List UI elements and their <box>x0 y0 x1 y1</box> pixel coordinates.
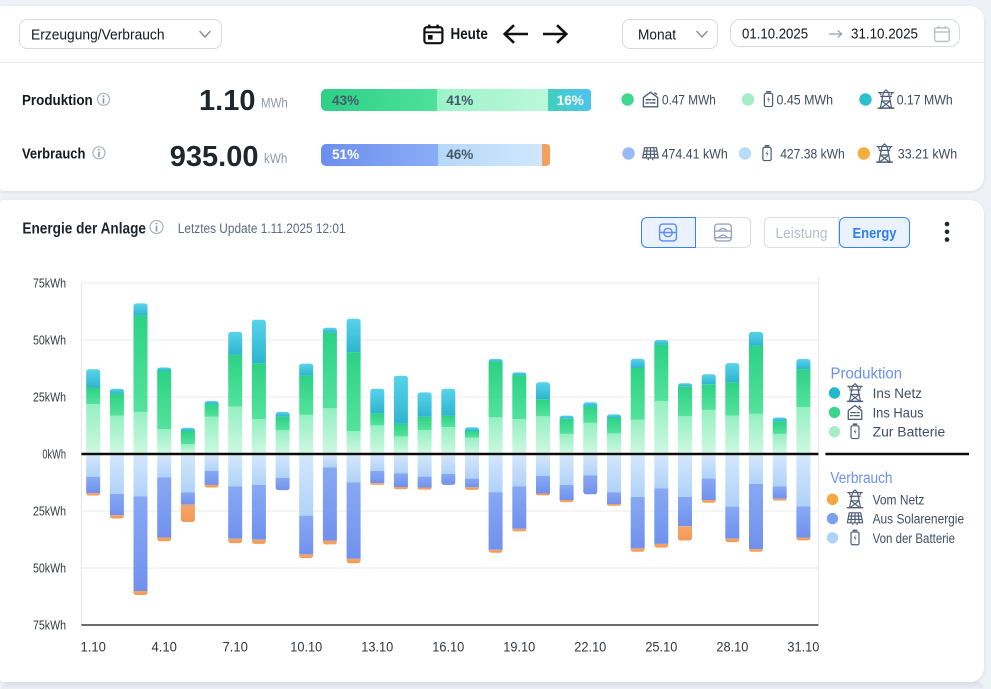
svg-text:41%: 41% <box>446 92 474 108</box>
svg-text:19.10: 19.10 <box>503 639 535 655</box>
svg-text:427.38 kWh: 427.38 kWh <box>780 146 845 161</box>
svg-text:Aus Solarenergie: Aus Solarenergie <box>873 511 965 527</box>
svg-text:Heute: Heute <box>451 26 488 43</box>
svg-text:13.10: 13.10 <box>361 639 393 655</box>
svg-text:43%: 43% <box>332 92 360 108</box>
svg-text:25.10: 25.10 <box>645 639 677 655</box>
svg-text:0.47 MWh: 0.47 MWh <box>662 92 716 107</box>
svg-text:46%: 46% <box>446 146 474 162</box>
svg-text:Vom Netz: Vom Netz <box>873 491 925 507</box>
svg-text:Erzeugung/Verbrauch: Erzeugung/Verbrauch <box>31 27 165 44</box>
svg-text:Monat: Monat <box>638 27 677 44</box>
svg-text:75kWh: 75kWh <box>33 276 66 290</box>
svg-text:MWh: MWh <box>261 95 288 111</box>
svg-text:0.17 MWh: 0.17 MWh <box>897 92 953 107</box>
svg-text:7.10: 7.10 <box>222 639 248 655</box>
svg-text:935.00: 935.00 <box>170 141 259 173</box>
svg-text:31.10: 31.10 <box>787 639 819 655</box>
svg-text:Energy: Energy <box>853 226 897 242</box>
svg-text:Verbrauch: Verbrauch <box>22 146 85 163</box>
svg-text:Produktion: Produktion <box>22 92 93 109</box>
svg-text:Zur Batterie: Zur Batterie <box>873 424 946 440</box>
svg-text:Energie der Anlage: Energie der Anlage <box>22 221 146 238</box>
svg-text:50kWh: 50kWh <box>33 333 66 347</box>
svg-text:474.41 kWh: 474.41 kWh <box>662 146 728 161</box>
svg-text:75kWh: 75kWh <box>33 618 66 632</box>
svg-text:1.10: 1.10 <box>80 639 106 655</box>
svg-text:10.10: 10.10 <box>290 639 322 655</box>
svg-text:16%: 16% <box>557 92 585 108</box>
svg-text:22.10: 22.10 <box>574 639 606 655</box>
svg-text:1.10: 1.10 <box>199 85 255 117</box>
svg-text:Verbrauch: Verbrauch <box>830 470 892 487</box>
svg-text:28.10: 28.10 <box>716 639 748 655</box>
svg-text:Leistung: Leistung <box>776 226 828 242</box>
svg-text:0kWh: 0kWh <box>42 447 66 461</box>
svg-text:0.45 MWh: 0.45 MWh <box>777 92 834 107</box>
svg-text:51%: 51% <box>332 146 360 162</box>
svg-text:25kWh: 25kWh <box>33 504 66 518</box>
svg-text:25kWh: 25kWh <box>33 390 66 404</box>
svg-text:Ins Haus: Ins Haus <box>873 404 924 420</box>
svg-text:Ins Netz: Ins Netz <box>873 385 922 401</box>
svg-text:16.10: 16.10 <box>432 639 464 655</box>
svg-text:4.10: 4.10 <box>151 639 177 655</box>
svg-text:Von der Batterie: Von der Batterie <box>873 530 956 546</box>
svg-text:01.10.2025: 01.10.2025 <box>742 26 808 43</box>
svg-text:Produktion: Produktion <box>831 366 903 383</box>
svg-text:50kWh: 50kWh <box>33 561 66 575</box>
svg-text:kWh: kWh <box>264 150 287 166</box>
svg-text:Letztes Update 1.11.2025 12:01: Letztes Update 1.11.2025 12:01 <box>178 221 346 236</box>
svg-text:33.21 kWh: 33.21 kWh <box>898 146 957 161</box>
svg-text:31.10.2025: 31.10.2025 <box>851 26 918 43</box>
